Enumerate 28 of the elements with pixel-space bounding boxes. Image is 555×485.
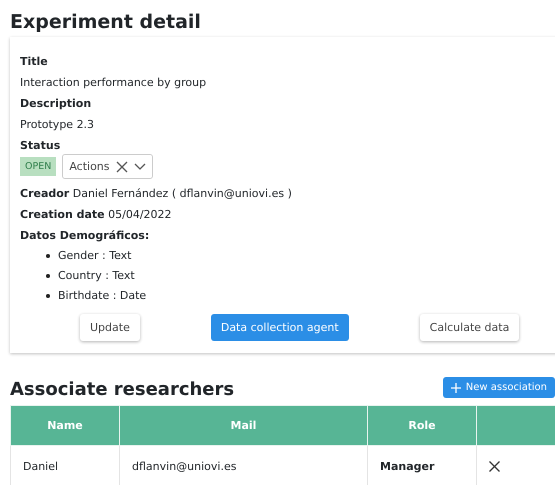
field-value: Prototype 2.3 <box>20 118 94 131</box>
bullet-icon <box>46 254 50 258</box>
actions-select[interactable]: Actions <box>62 154 153 179</box>
field-label: Description <box>20 97 92 110</box>
bullet-icon <box>46 294 50 298</box>
action-button[interactable]: Calculate data <box>420 314 520 341</box>
demographic-item: Gender : Text <box>58 249 132 262</box>
close-icon[interactable] <box>489 460 500 472</box>
table-cell: Daniel <box>10 446 120 485</box>
demographic-item: Birthdate : Date <box>58 289 146 302</box>
column-header: Mail <box>120 406 368 446</box>
page-title: Experiment detail <box>10 10 201 35</box>
status-badge: OPEN <box>20 157 56 176</box>
field-value: Interaction performance by group <box>20 76 206 89</box>
field-label: Title <box>20 55 48 68</box>
clear-icon[interactable] <box>116 160 128 172</box>
section-title: Associate researchers <box>10 379 234 400</box>
creation-date-text: Creation date 05/04/2022 <box>20 208 172 221</box>
field-label: Status <box>20 139 60 152</box>
demographic-item: Country : Text <box>58 269 135 282</box>
creator-text: Creador Daniel Fernández ( dflanvin@uniovi.es ) <box>20 187 292 200</box>
action-button[interactable]: Update <box>80 314 140 341</box>
plus-icon <box>450 382 461 392</box>
demographics-label: Datos Demográficos: <box>20 229 150 242</box>
bullet-icon <box>46 274 50 278</box>
column-header: Name <box>10 406 120 446</box>
chevron-down-icon[interactable] <box>134 162 146 170</box>
column-header: Role <box>368 406 476 446</box>
